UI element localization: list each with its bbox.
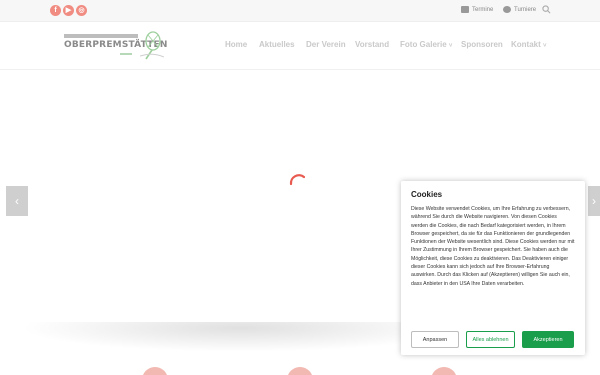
nav-der-verein[interactable]: Der Verein xyxy=(306,40,346,49)
nav-kontakt[interactable]: Kontakt ˅ xyxy=(511,40,547,49)
chevron-down-icon: ˅ xyxy=(448,43,453,49)
tennis-logo-icon xyxy=(140,31,164,60)
topbar-link-turniere[interactable]: Turniere xyxy=(503,6,536,13)
trophy-icon xyxy=(503,6,511,13)
logo-top-line xyxy=(64,34,138,38)
topbar-link-label: Turniere xyxy=(514,6,537,13)
accept-button[interactable]: Akzeptieren xyxy=(522,331,574,348)
facebook-icon[interactable]: f xyxy=(50,5,61,16)
loading-spinner-icon xyxy=(289,174,306,186)
youtube-icon[interactable]: ▶ xyxy=(63,5,74,16)
nav-vorstand[interactable]: Vorstand xyxy=(355,40,389,49)
top-bar: f ▶ ◎ Termine Turniere xyxy=(0,0,600,22)
search-icon[interactable] xyxy=(542,5,551,14)
topbar-link-label: Termine xyxy=(472,6,494,13)
nav-aktuelles[interactable]: Aktuelles xyxy=(259,40,295,49)
logo-subline xyxy=(120,53,132,55)
site-header: OBERPREMSTÄTTEN Home Aktuelles Der Verei… xyxy=(0,22,600,70)
feature-circle xyxy=(287,367,313,375)
nav-home[interactable]: Home xyxy=(225,40,247,49)
nav-label: Foto Galerie xyxy=(400,40,447,49)
calendar-icon xyxy=(461,6,469,13)
slider-prev-button[interactable]: ‹ xyxy=(6,186,28,216)
slider-next-button[interactable]: › xyxy=(588,186,600,216)
feature-circle xyxy=(142,367,168,375)
chevron-down-icon: ˅ xyxy=(543,43,547,49)
reject-all-button[interactable]: Alles ablehnen xyxy=(466,331,515,348)
nav-label: Kontakt xyxy=(511,40,541,49)
site-logo[interactable]: OBERPREMSTÄTTEN xyxy=(64,30,167,62)
cookie-buttons: Anpassen Alles ablehnen Akzeptieren xyxy=(411,331,574,348)
instagram-icon[interactable]: ◎ xyxy=(76,5,87,16)
nav-foto-galerie[interactable]: Foto Galerie ˅ xyxy=(400,40,452,49)
feature-circle xyxy=(431,367,457,375)
customize-button[interactable]: Anpassen xyxy=(411,331,459,348)
slider-shadow xyxy=(20,322,420,352)
cookie-title: Cookies xyxy=(411,190,443,199)
cookie-text: Diese Website verwendet Cookies, um Ihre… xyxy=(411,206,575,287)
cookie-consent-dialog: Cookies Diese Website verwendet Cookies,… xyxy=(401,181,585,355)
topbar-link-termine[interactable]: Termine xyxy=(461,6,493,13)
nav-sponsoren[interactable]: Sponsoren xyxy=(461,40,503,49)
